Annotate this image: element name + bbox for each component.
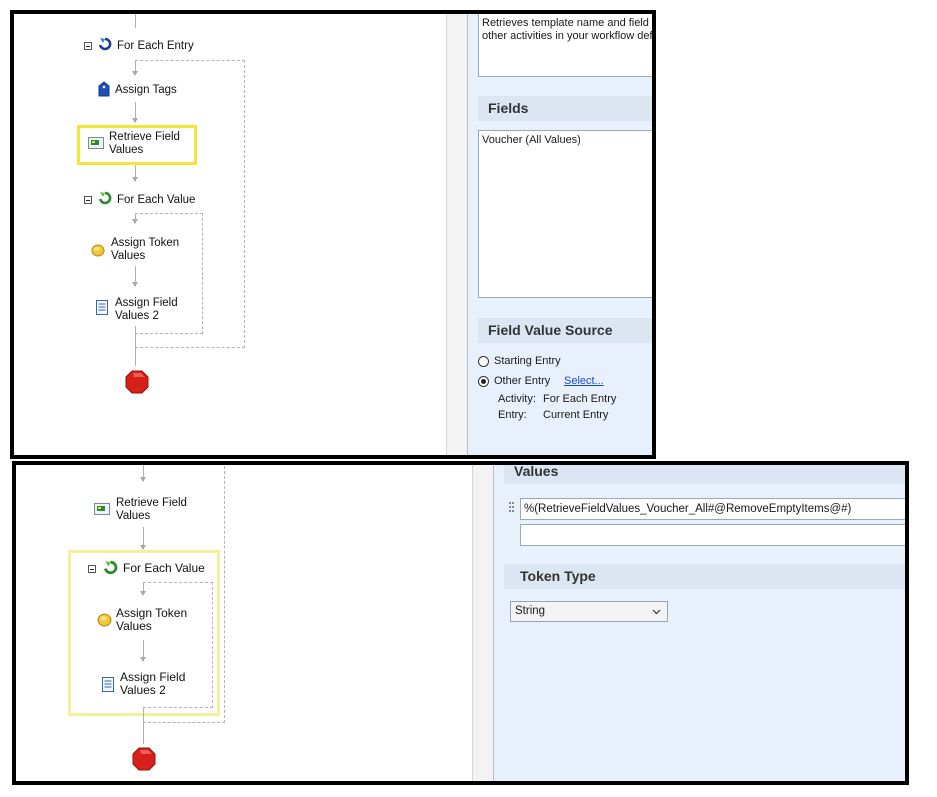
bottom-screenshot-panel: Retrieve Field Values For Each Value Ass… (12, 461, 909, 785)
token-type-dropdown[interactable]: String (510, 601, 668, 622)
entry-value: Current Entry (543, 409, 609, 421)
other-entry-radio[interactable] (478, 376, 489, 387)
label-line: Values (116, 510, 151, 522)
workflow-designer-canvas: Retrieve Field Values For Each Value Ass… (16, 465, 472, 781)
activity-retrieve-field-values[interactable]: Retrieve Field Values (116, 497, 187, 523)
label-line: Assign Token (111, 237, 180, 249)
select-entry-link[interactable]: Select... (564, 375, 604, 387)
panel-splitter[interactable] (446, 14, 468, 455)
fields-section-title: Fields (478, 96, 652, 121)
panel-splitter[interactable] (472, 465, 494, 781)
connector-arrow (132, 118, 138, 123)
label-line: Values (109, 144, 144, 156)
fields-list-item[interactable]: Voucher (All Values) (482, 134, 581, 146)
tag-icon (98, 81, 110, 97)
token-coin-icon (97, 613, 112, 627)
dropdown-selected-value: String (515, 605, 546, 617)
field-card-icon (94, 503, 110, 515)
activity-retrieve-field-values[interactable]: Retrieve Field Values (109, 131, 180, 157)
starting-entry-radio[interactable] (478, 356, 489, 367)
connector-arrow (140, 591, 146, 596)
top-screenshot-panel: For Each Entry Assign Tags Retrieve Fiel… (10, 10, 656, 459)
stop-icon (132, 747, 156, 771)
value-text: %(RetrieveFieldValues_Voucher_All#@Remov… (524, 503, 852, 515)
label-line: Values (111, 250, 146, 262)
connector-line (143, 708, 144, 744)
activity-for-each-value[interactable]: For Each Value (123, 562, 205, 575)
collapse-toggle[interactable] (84, 42, 92, 50)
connector-arrow (140, 477, 146, 482)
activity-for-each-value[interactable]: For Each Value (117, 194, 195, 207)
properties-pane: Retrieves template name and field va oth… (468, 14, 652, 455)
activity-assign-field-values-2[interactable]: Assign Field Values 2 (120, 671, 185, 697)
token-type-section-title: Token Type (504, 564, 905, 589)
drag-handle-icon[interactable] (509, 502, 515, 514)
properties-pane: Values %(RetrieveFieldValues_Voucher_All… (494, 465, 905, 781)
activity-for-each-entry[interactable]: For Each Entry (117, 40, 194, 53)
activity-label: Activity: (498, 393, 536, 405)
workflow-designer-canvas: For Each Entry Assign Tags Retrieve Fiel… (14, 14, 446, 455)
activity-value: For Each Entry (543, 393, 617, 405)
connector-arrow (132, 177, 138, 182)
chevron-down-icon (652, 609, 661, 615)
connector-line (135, 14, 136, 28)
connector-arrow (132, 71, 138, 76)
activity-description-box: Retrieves template name and field va oth… (478, 14, 656, 77)
loop-arrow-icon (98, 191, 112, 205)
value-input-1[interactable]: %(RetrieveFieldValues_Voucher_All#@Remov… (520, 498, 905, 520)
document-list-icon (102, 677, 114, 692)
loop-arrow-icon (98, 37, 112, 51)
label-line: Values 2 (120, 683, 166, 697)
entry-label: Entry: (498, 409, 527, 421)
token-coin-icon (91, 244, 105, 257)
label-line: Retrieve Field (116, 497, 187, 509)
collapse-toggle[interactable] (84, 196, 92, 204)
field-value-source-title: Field Value Source (478, 318, 652, 343)
field-card-icon (88, 137, 104, 149)
collapse-toggle[interactable] (88, 565, 96, 573)
starting-entry-label: Starting Entry (494, 355, 561, 367)
connector-arrow (132, 219, 138, 224)
document-list-icon (96, 300, 108, 315)
description-text: other activities in your workflow defin (482, 30, 656, 42)
activity-assign-token-values[interactable]: Assign Token Values (116, 607, 187, 633)
connector-arrow (132, 282, 138, 287)
stop-icon (125, 370, 149, 394)
fields-list[interactable]: Voucher (All Values) (478, 130, 652, 298)
values-section-title: Values (504, 465, 905, 484)
label-line: Values 2 (115, 310, 159, 322)
label-line: Assign Field (120, 670, 186, 684)
loop-arrow-icon (104, 560, 118, 575)
activity-assign-field-values-2[interactable]: Assign Field Values 2 (115, 297, 178, 323)
label-line: Assign Token (116, 606, 188, 620)
description-text: Retrieves template name and field va (482, 17, 656, 29)
activity-assign-token-values[interactable]: Assign Token Values (111, 237, 179, 263)
connector-line (135, 326, 136, 366)
label-line: Assign Field (115, 297, 178, 309)
label-line: Values (116, 619, 152, 633)
value-input-2[interactable] (520, 524, 905, 546)
other-entry-label: Other Entry (494, 375, 551, 387)
label-line: Retrieve Field (109, 131, 180, 143)
connector-arrow (140, 657, 146, 662)
activity-assign-tags[interactable]: Assign Tags (115, 84, 177, 97)
